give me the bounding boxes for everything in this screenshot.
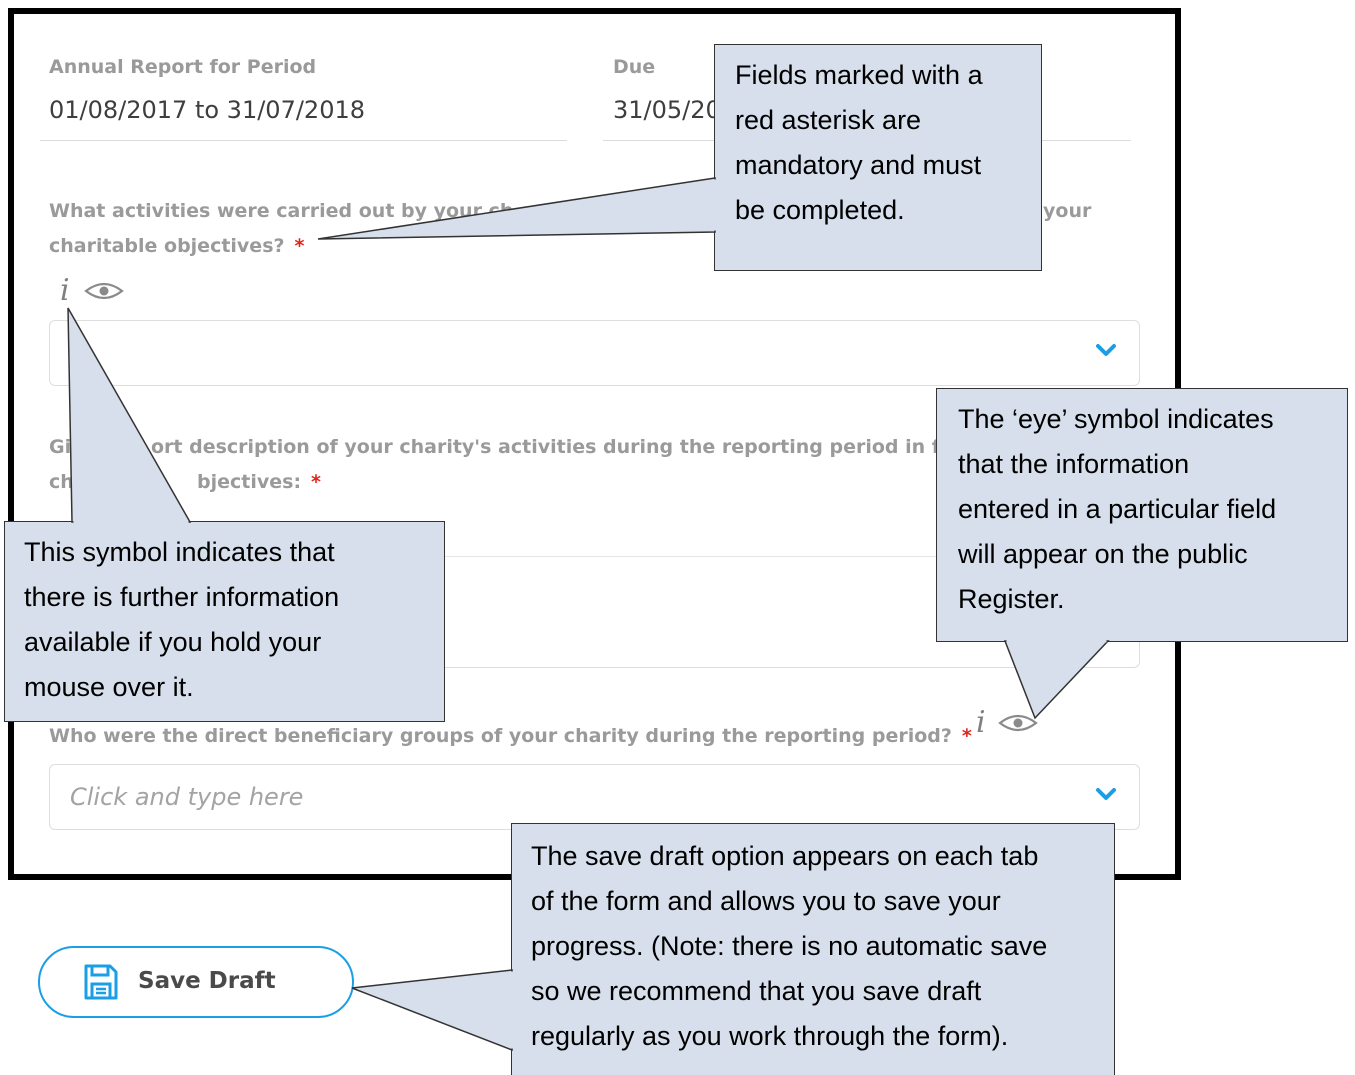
callout-pointers (67, 177, 1110, 1052)
